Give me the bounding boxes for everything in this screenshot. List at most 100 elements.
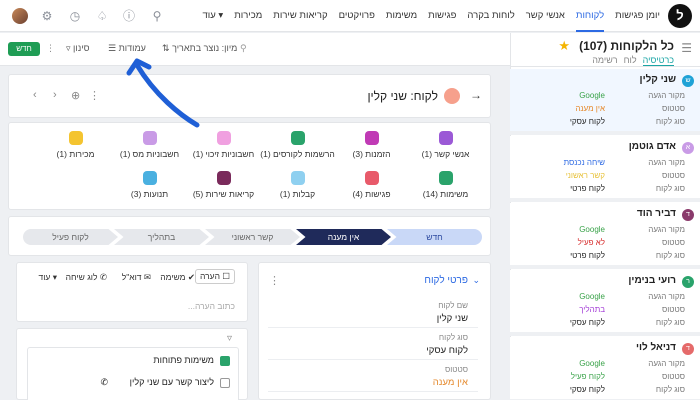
record-card[interactable]: ר רועי בנימין מקור הגעה Google סטטוס בתהליך סו… — [510, 270, 700, 336]
nav-link[interactable]: אנשי קשר — [526, 0, 565, 32]
add-icon[interactable]: ⊕ — [71, 89, 80, 102]
activity-tab-label: לוג שיחה — [65, 272, 98, 282]
related-link[interactable]: אנשי קשר (1) — [403, 131, 488, 159]
new-button[interactable]: חדש — [8, 42, 40, 56]
next-record-icon[interactable]: › — [53, 89, 57, 101]
stage-step[interactable]: חדש — [387, 229, 482, 245]
detail-label: סטטוס — [444, 365, 468, 374]
detail-value[interactable]: לקוח עסקי — [426, 345, 468, 356]
app-logo[interactable]: ל — [668, 4, 692, 28]
details-more-icon[interactable]: ⋮ — [269, 274, 280, 287]
activity-tab[interactable]: ✔ משימה — [160, 272, 195, 283]
activity-tab-icon: ✔ — [185, 272, 195, 282]
record-title: לקוח: שני קלין — [367, 89, 438, 103]
related-link[interactable]: מכירות (1) — [33, 131, 118, 159]
activity-tab-icon: ▾ — [50, 272, 57, 282]
card-name: רועי בנימין — [628, 275, 676, 286]
nav-link[interactable]: קריאות שירות — [273, 0, 327, 32]
view-tab[interactable]: לוח — [624, 55, 637, 66]
card-field-value: Google — [579, 225, 605, 234]
nav-link[interactable]: עוד ▾ — [203, 0, 224, 32]
note-input[interactable]: כתוב הערה... — [188, 301, 235, 311]
bell-icon[interactable]: ♤ — [95, 9, 109, 23]
activity-tab[interactable]: ☐ הערה — [195, 269, 235, 284]
stage-step[interactable]: בתהליך — [114, 229, 209, 245]
nav-link[interactable]: מכירות — [234, 0, 262, 32]
card-field-label: סטטוס — [661, 238, 685, 247]
task-filter-icon[interactable]: ▿ — [227, 333, 232, 344]
card-field: סטטוס אין מענה — [510, 104, 685, 115]
card-field: סטטוס לא פעיל — [510, 238, 685, 249]
toolbar-search-icon[interactable]: ⚲ — [240, 43, 247, 54]
collapse-chevron-icon[interactable]: ⌄ — [472, 275, 480, 286]
related-label: חשבוניות מס (1) — [119, 149, 180, 159]
nav-link[interactable]: משימות — [386, 0, 417, 32]
record-card[interactable]: ש שני קלין מקור הגעה Google סטטוס אין מענה סוג… — [510, 69, 700, 135]
prev-record-icon[interactable]: ‹ — [33, 89, 37, 101]
help-icon[interactable]: ⓘ — [122, 9, 136, 23]
activity-tab[interactable]: ✉ דוא"ל — [122, 272, 151, 283]
related-icon — [142, 171, 157, 185]
activity-tab[interactable]: ▾ עוד — [38, 272, 57, 283]
related-icon — [438, 131, 453, 145]
filter-label: סינון — [73, 43, 90, 53]
menu-icon[interactable]: ☰ — [681, 41, 692, 55]
related-link[interactable]: קריאות שירות (5) — [181, 171, 266, 199]
record-card[interactable]: א אדם גוטמן מקור הגעה שיחה נכנסת סטטוס קשר רא… — [510, 136, 700, 202]
gear-icon[interactable]: ⚙ — [40, 9, 54, 23]
activity-composer: ☐ הערה ✔ משימה ✉ דוא"ל ✆ לוג שיחה ▾ עוד כתוב… — [16, 262, 248, 322]
card-field-value: אין מענה — [575, 104, 605, 113]
record-more-icon[interactable]: ⋮ — [89, 89, 100, 102]
record-card[interactable]: ד דניאל לוי מקור הגעה Google סטטוס לקוח פעיל ס… — [510, 337, 700, 400]
list-toolbar: חדש ⋮ סינון ▿ עמודות ☰ מיון: נוצר בתאריך… — [0, 33, 510, 66]
stage-step[interactable]: לקוח פעיל — [23, 229, 118, 245]
detail-value[interactable]: שני קלין — [437, 313, 468, 324]
card-field-label: סטטוס — [661, 104, 685, 113]
card-field-label: מקור הגעה — [648, 225, 685, 234]
card-avatar: ד — [682, 343, 694, 355]
list-title[interactable]: כל הלקוחות (107) — [579, 39, 674, 53]
tasks-panel: ▿ משימות פתוחות ליצור קשר עם שני קלין ✆ — [16, 328, 248, 400]
nav-link[interactable]: לוחות בקרה — [467, 0, 514, 32]
sort-button[interactable]: מיון: נוצר בתאריך ⇅ — [162, 43, 237, 54]
card-field-label: סוג לקוח — [655, 318, 685, 327]
related-link[interactable]: הזמנות (3) — [329, 131, 414, 159]
back-arrow-icon[interactable]: → — [470, 88, 482, 102]
detail-value[interactable]: אין מענה — [433, 377, 468, 388]
related-link[interactable]: חשבוניות מס (1) — [107, 131, 192, 159]
view-tab[interactable]: כרטיסיה — [642, 55, 674, 66]
task-checkbox[interactable] — [220, 378, 230, 388]
nav-link[interactable]: פגישות — [428, 0, 456, 32]
card-field: סוג לקוח לקוח פרטי — [510, 251, 685, 262]
more-options-icon[interactable]: ⋮ — [46, 43, 55, 54]
card-field-label: מקור הגעה — [648, 91, 685, 100]
stage-step[interactable]: אין מענה — [296, 229, 391, 245]
related-link[interactable]: הרשמות לקורסים (1) — [255, 131, 340, 159]
nav-link[interactable]: יומן פגישות — [615, 0, 660, 32]
record-card[interactable]: ד דביר הוד מקור הגעה Google סטטוס לא פעיל סוג … — [510, 203, 700, 269]
related-link[interactable]: פגישות (4) — [329, 171, 414, 199]
nav-link[interactable]: פרויקטים — [339, 0, 375, 32]
favorite-star-icon[interactable]: ★ — [558, 38, 570, 54]
related-link[interactable]: משימות (14) — [403, 171, 488, 199]
related-link[interactable]: חשבוניות זיכוי (1) — [181, 131, 266, 159]
card-field-label: סוג לקוח — [655, 117, 685, 126]
view-switcher: כרטיסיה לוח רשימה — [592, 55, 674, 66]
card-field: סטטוס קשר ראשוני — [510, 171, 685, 182]
filter-button[interactable]: סינון ▿ — [66, 43, 89, 54]
stage-step[interactable]: קשר ראשוני — [205, 229, 300, 245]
card-field: סוג לקוח לקוח עסקי — [510, 385, 685, 396]
columns-button[interactable]: עמודות ☰ — [108, 43, 146, 54]
related-link[interactable]: תנועות (3) — [107, 171, 192, 199]
search-icon[interactable]: ⚲ — [150, 9, 164, 23]
activity-tab[interactable]: ✆ לוג שיחה — [66, 272, 107, 283]
card-avatar: ד — [682, 209, 694, 221]
task-label: ליצור קשר עם שני קלין — [129, 377, 214, 387]
user-avatar[interactable] — [12, 8, 28, 24]
view-tab[interactable]: רשימה — [592, 55, 617, 66]
clock-icon[interactable]: ◷ — [68, 9, 82, 23]
card-field-label: מקור הגעה — [648, 359, 685, 368]
nav-link[interactable]: לקוחות — [575, 0, 605, 32]
open-tasks: משימות פתוחות ליצור קשר עם שני קלין ✆ — [27, 347, 239, 400]
related-link[interactable]: קבלות (1) — [255, 171, 340, 199]
